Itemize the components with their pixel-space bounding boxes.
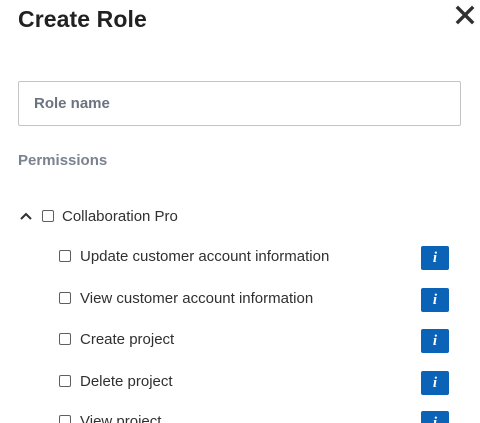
permission-checkbox[interactable]: [59, 250, 71, 262]
info-button[interactable]: i: [421, 411, 449, 423]
permission-checkbox[interactable]: [59, 333, 71, 345]
permission-list: Update customer account information i Vi…: [0, 0, 480, 423]
permission-checkbox[interactable]: [59, 292, 71, 304]
info-button[interactable]: i: [421, 246, 449, 270]
permission-label: Create project: [80, 330, 175, 348]
permission-checkbox[interactable]: [59, 375, 71, 387]
permission-label: Update customer account information: [80, 247, 330, 265]
permission-item: Create project i: [59, 327, 459, 353]
permission-label: Delete project: [80, 372, 173, 390]
permission-item: Delete project i: [59, 369, 459, 395]
info-button[interactable]: i: [421, 329, 449, 353]
permission-item: Update customer account information i: [59, 244, 459, 270]
info-button[interactable]: i: [421, 288, 449, 312]
permission-item: View customer account information i: [59, 286, 459, 312]
permission-label: View project: [80, 412, 162, 423]
permission-item: View project i: [59, 409, 459, 423]
permission-label: View customer account information: [80, 289, 314, 307]
info-button[interactable]: i: [421, 371, 449, 395]
permission-checkbox[interactable]: [59, 415, 71, 423]
create-role-dialog: Create Role Permissions Collaboration Pr…: [0, 0, 480, 423]
